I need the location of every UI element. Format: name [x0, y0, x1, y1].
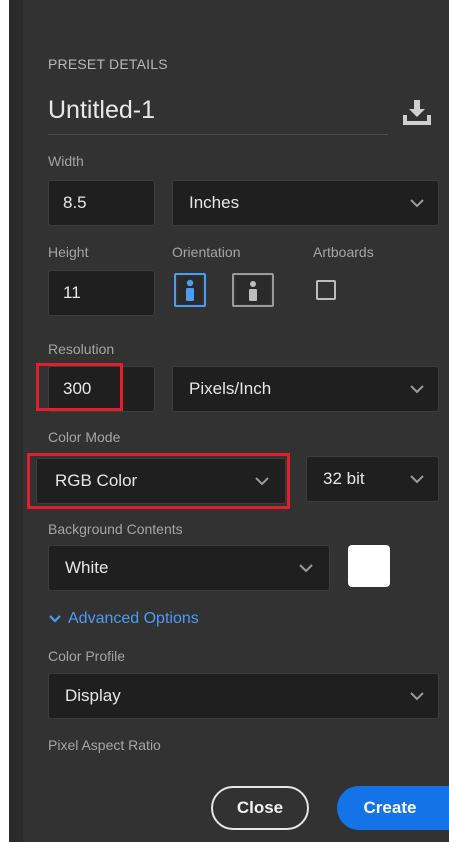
width-unit-value: Inches [189, 193, 240, 212]
window-edge [0, 0, 9, 842]
resolution-label: Resolution [48, 341, 115, 357]
section-title: PRESET DETAILS [48, 56, 168, 72]
height-label: Height [48, 244, 89, 260]
chevron-down-icon [410, 692, 424, 701]
color-profile-label: Color Profile [48, 648, 126, 664]
color-profile-value: Display [65, 686, 121, 705]
color-mode-highlight [27, 453, 290, 509]
chevron-down-icon [299, 564, 313, 573]
advanced-options-label: Advanced Options [68, 610, 199, 627]
color-mode-label: Color Mode [48, 429, 121, 445]
panel-divider [9, 0, 23, 842]
bit-depth-select[interactable]: 32 bit [306, 456, 439, 502]
portrait-orientation-button[interactable] [174, 273, 206, 307]
landscape-orientation-icon [236, 276, 270, 304]
chevron-down-icon [410, 199, 424, 208]
background-contents-select[interactable]: White [48, 545, 330, 591]
background-color-swatch[interactable] [348, 545, 390, 587]
background-contents-label: Background Contents [48, 521, 183, 537]
resolution-highlight [36, 363, 123, 411]
chevron-down-icon [49, 615, 61, 623]
chevron-down-icon [410, 475, 424, 484]
pixel-aspect-ratio-label: Pixel Aspect Ratio [48, 737, 161, 753]
bit-depth-value: 32 bit [323, 469, 365, 488]
close-button[interactable]: Close [211, 786, 309, 830]
orientation-label: Orientation [172, 244, 241, 260]
advanced-options-toggle[interactable]: Advanced Options [48, 610, 199, 628]
landscape-orientation-button[interactable] [232, 273, 274, 307]
width-input[interactable]: 8.5 [48, 180, 155, 226]
create-button[interactable]: Create [337, 786, 449, 830]
document-name-input[interactable]: Untitled-1 [48, 96, 388, 135]
height-input[interactable]: 11 [48, 270, 155, 316]
artboards-checkbox[interactable] [316, 280, 336, 300]
chevron-down-icon [410, 385, 424, 394]
resolution-unit-select[interactable]: Pixels/Inch [172, 366, 439, 412]
save-preset-icon[interactable] [400, 98, 434, 128]
portrait-orientation-icon [178, 276, 202, 304]
artboards-label: Artboards [313, 244, 374, 260]
background-contents-value: White [65, 558, 109, 577]
width-unit-select[interactable]: Inches [172, 180, 439, 226]
resolution-unit-value: Pixels/Inch [189, 379, 272, 398]
width-label: Width [48, 153, 84, 169]
color-profile-select[interactable]: Display [48, 673, 439, 719]
